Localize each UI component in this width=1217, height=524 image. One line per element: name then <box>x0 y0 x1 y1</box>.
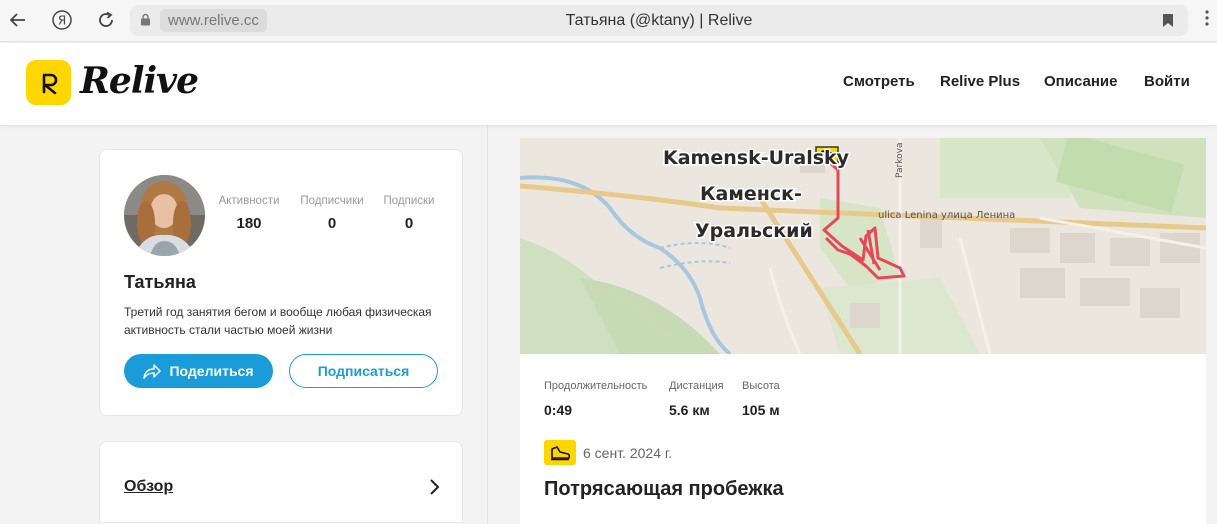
nav-relive-plus[interactable]: Relive Plus <box>940 73 1020 90</box>
activity-card[interactable]: Kamensk-Uralsky Каменск- Уральский ulica… <box>520 138 1206 524</box>
stat-value: 105 м <box>742 402 780 418</box>
stat-label: Дистанция <box>669 380 724 392</box>
overview-card[interactable]: Обзор <box>99 441 463 524</box>
bookmark-icon[interactable] <box>1162 13 1174 28</box>
stat-label: Продолжительность <box>544 380 648 392</box>
stat-value: 5.6 км <box>669 402 710 418</box>
stat-value: 0 <box>327 215 337 232</box>
activity-title[interactable]: Потрясающая пробежка <box>544 478 784 501</box>
map-street-label: ulica Lenina улица Ленина <box>878 210 1015 221</box>
profile-bio: Третий год занятия бегом и вообще любая … <box>124 305 432 337</box>
svg-text:Я: Я <box>58 14 66 28</box>
nav-watch[interactable]: Смотреть <box>843 73 915 90</box>
browser-toolbar: Я www.relive.cc Татьяна (@ktany) | Reliv… <box>0 0 1217 42</box>
activity-date: 6 сент. 2024 г. <box>583 445 673 461</box>
stat-value: 0:49 <box>544 402 573 418</box>
stat-followers[interactable]: Подписчики 0 <box>296 195 368 232</box>
stat-label: Подписки <box>383 195 435 207</box>
stat-elevation: Высота 105 м <box>742 380 780 418</box>
follow-button[interactable]: Подписаться <box>289 354 438 388</box>
stat-activities[interactable]: Активности 180 <box>214 195 284 232</box>
chevron-right-icon[interactable] <box>428 478 440 496</box>
site-header: Relive Смотреть Relive Plus Описание Вой… <box>0 43 1217 125</box>
stat-label: Высота <box>742 380 780 392</box>
yandex-icon[interactable]: Я <box>50 8 74 32</box>
profile-name: Татьяна <box>124 272 196 292</box>
overview-link[interactable]: Обзор <box>124 478 173 496</box>
stat-value: 180 <box>236 215 262 232</box>
map-image: Kamensk-Uralsky Каменск- Уральский ulica… <box>520 138 1206 354</box>
stat-label: Подписчики <box>300 195 364 207</box>
nav-login[interactable]: Войти <box>1144 73 1190 90</box>
relive-logo-icon[interactable] <box>26 60 71 105</box>
stat-distance: Дистанция 5.6 км <box>669 380 724 418</box>
map-city-latin: Kamensk-Uralsky <box>663 147 850 169</box>
back-icon[interactable] <box>6 8 30 32</box>
reload-icon[interactable] <box>94 8 118 32</box>
profile-card: Активности 180 Подписчики 0 Подписки 0 Т… <box>99 149 463 416</box>
share-button[interactable]: Поделиться <box>124 354 273 388</box>
nav-description[interactable]: Описание <box>1044 73 1117 90</box>
avatar <box>124 175 205 256</box>
browser-menu-icon[interactable] <box>1205 9 1209 27</box>
stat-duration: Продолжительность 0:49 <box>544 380 647 418</box>
page-tab-title: Татьяна (@ktany) | Relive <box>565 12 753 29</box>
address-bar[interactable]: www.relive.cc Татьяна (@ktany) | Relive <box>130 5 1188 36</box>
running-shoe-icon <box>544 440 576 465</box>
follow-button-label: Подписаться <box>317 363 410 379</box>
share-button-label: Поделиться <box>169 363 254 379</box>
map-street-vertical: Parkova <box>895 143 905 178</box>
stat-value: 0 <box>404 215 414 232</box>
column-divider <box>487 125 488 524</box>
activity-map[interactable]: Kamensk-Uralsky Каменск- Уральский ulica… <box>520 138 1206 354</box>
map-city-ru-2: Уральский <box>695 220 813 242</box>
map-city-ru-1: Каменск- <box>700 183 802 205</box>
stat-label: Активности <box>218 195 280 207</box>
relive-wordmark[interactable]: Relive <box>80 60 199 102</box>
stat-following[interactable]: Подписки 0 <box>380 195 438 232</box>
share-icon <box>143 364 162 379</box>
divider <box>100 522 462 523</box>
